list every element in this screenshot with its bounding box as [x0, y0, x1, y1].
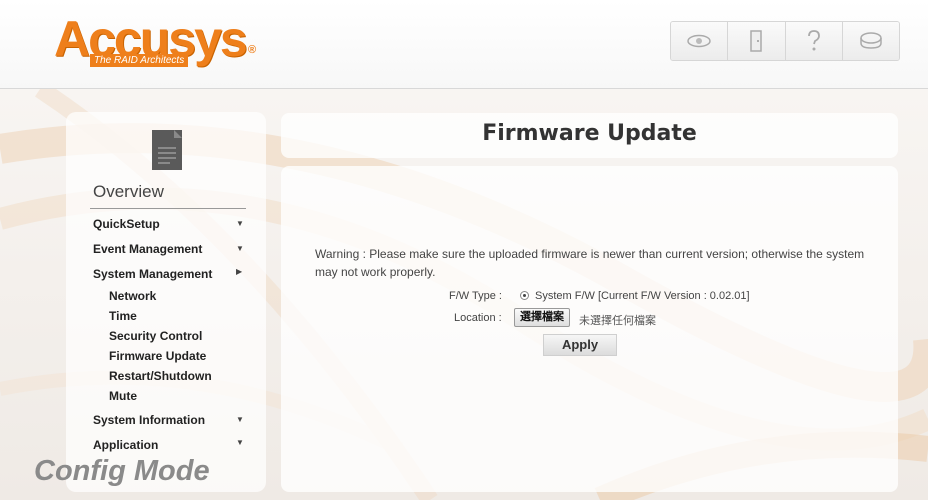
file-status-text: 未選擇任何檔案: [579, 315, 656, 327]
header-toolbar: [670, 21, 900, 61]
sidebar: Overview QuickSetup ▼ Event Management ▼…: [66, 112, 266, 492]
fw-type-label: F/W Type :: [449, 290, 502, 302]
choose-file-button[interactable]: 選擇檔案: [514, 308, 570, 327]
submenu-item-mute[interactable]: Mute: [109, 389, 137, 403]
view-button[interactable]: [671, 22, 729, 60]
submenu-item-time[interactable]: Time: [109, 309, 137, 323]
document-icon: [152, 130, 182, 170]
logo-tagline: The RAID Architects: [90, 54, 189, 67]
fw-type-radio[interactable]: [520, 291, 529, 300]
submenu-item-network[interactable]: Network: [109, 289, 156, 303]
chevron-down-icon: ▼: [236, 415, 244, 424]
eye-icon: [687, 34, 711, 48]
help-icon: [807, 30, 820, 51]
storage-button[interactable]: [842, 22, 899, 60]
page-title: Firmware Update: [482, 121, 697, 146]
menu-item-application[interactable]: Application: [93, 438, 158, 452]
overview-divider: [90, 208, 246, 209]
mode-label: Config Mode: [34, 455, 210, 487]
location-label: Location :: [454, 312, 502, 324]
warning-text: Warning : Please make sure the uploaded …: [315, 247, 865, 279]
chevron-down-icon: ▼: [236, 438, 244, 447]
submenu-item-security-control[interactable]: Security Control: [109, 329, 202, 343]
door-icon: [750, 30, 763, 52]
accusys-logo[interactable]: Accusys ® The RAID Architects: [54, 14, 264, 70]
chevron-right-icon: ▶: [236, 267, 243, 276]
submenu-item-restart-shutdown[interactable]: Restart/Shutdown: [109, 369, 212, 383]
logo-registered-mark: ®: [248, 44, 257, 56]
title-panel: Firmware Update: [281, 113, 898, 158]
fw-type-value: System F/W [Current F/W Version : 0.02.0…: [535, 290, 750, 302]
menu-item-quicksetup[interactable]: QuickSetup: [93, 217, 160, 231]
menu-item-event-management[interactable]: Event Management: [93, 242, 202, 256]
disk-icon: [860, 32, 882, 49]
apply-button[interactable]: Apply: [543, 334, 617, 356]
logout-button[interactable]: [728, 22, 786, 60]
submenu-item-firmware-update[interactable]: Firmware Update: [109, 349, 206, 363]
overview-heading[interactable]: Overview: [93, 182, 164, 202]
menu-item-system-management[interactable]: System Management: [93, 267, 212, 281]
header: Accusys ® The RAID Architects: [0, 0, 928, 89]
menu-item-system-information[interactable]: System Information: [93, 413, 205, 427]
chevron-down-icon: ▼: [236, 219, 244, 228]
content-panel: Warning : Please make sure the uploaded …: [281, 166, 898, 492]
chevron-down-icon: ▼: [236, 244, 244, 253]
help-button[interactable]: [785, 22, 843, 60]
